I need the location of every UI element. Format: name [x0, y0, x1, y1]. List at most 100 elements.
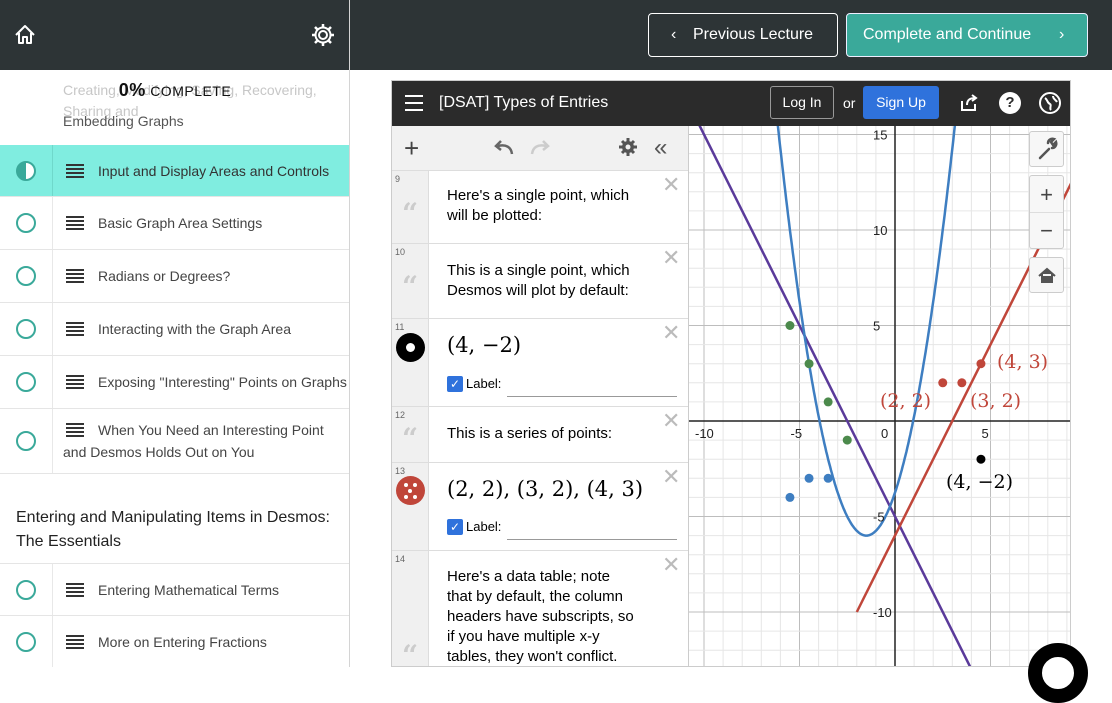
add-item-icon[interactable]: + — [404, 135, 419, 161]
graph-settings-button[interactable] — [1029, 131, 1064, 167]
note-text-line2: Desmos will plot by default: — [447, 282, 629, 299]
x-tick-label: 0 — [881, 426, 888, 441]
divider — [52, 197, 53, 249]
y-tick-label: 10 — [873, 223, 887, 238]
y-tick-label: 5 — [873, 319, 880, 334]
sidebar-lecture-fractions[interactable]: More on Entering Fractions — [0, 616, 349, 667]
graph-title: [DSAT] Types of Entries — [439, 94, 609, 111]
hamburger-menu-icon[interactable] — [405, 95, 423, 111]
zoom-out-icon[interactable]: − — [1030, 213, 1063, 249]
graph-point — [957, 378, 967, 388]
delete-icon[interactable]: ✕ — [662, 410, 680, 432]
label-checkbox[interactable]: ✓ — [447, 376, 463, 392]
graph-point — [785, 492, 795, 502]
graph-point — [938, 378, 948, 388]
home-view-icon — [1038, 267, 1056, 283]
incomplete-circle-icon — [16, 632, 36, 652]
home-icon[interactable] — [12, 22, 38, 48]
expression-point-11[interactable]: 11 (4, −2) ✓ Label: ✕ — [392, 319, 688, 407]
document-icon — [66, 423, 84, 437]
blue-parabola — [776, 126, 957, 537]
label-input[interactable] — [507, 539, 677, 540]
expression-note-10[interactable]: 10 “ This is a single point, which Desmo… — [392, 244, 688, 319]
zoom-controls: + − — [1029, 175, 1064, 249]
desmos-calculator: [DSAT] Types of Entries Log In or Sign U… — [391, 80, 1071, 667]
point-style-icon[interactable] — [396, 333, 425, 362]
lecture-title: More on Entering Fractions — [98, 634, 267, 650]
lecture-title-line1: When You Need an Interesting Point — [98, 422, 324, 438]
globe-icon[interactable] — [1039, 92, 1061, 114]
delete-icon[interactable]: ✕ — [662, 174, 680, 196]
divider — [52, 616, 53, 667]
divider — [52, 145, 53, 196]
graph-area[interactable]: -10 -5 0 5 15 10 5 -5 -10 (4, 3) (2, 2) (3, 2) (4, −… — [688, 126, 1071, 667]
progress-label: COMPLETE — [150, 83, 232, 99]
graph-point — [976, 359, 986, 369]
course-sidebar: Creating, Modifying, Saving, Recovering,… — [0, 0, 350, 667]
delete-icon[interactable]: ✕ — [662, 322, 680, 344]
graph-point — [823, 473, 833, 483]
sidebar-lecture-interesting-points[interactable]: Exposing "Interesting" Points on Graphs — [0, 356, 349, 409]
desmos-header: [DSAT] Types of Entries Log In or Sign U… — [392, 81, 1070, 126]
label-checkbox[interactable]: ✓ — [447, 519, 463, 535]
sidebar-lecture-holds-out[interactable]: When You Need an Interesting Point and D… — [0, 409, 349, 474]
expression-note-9[interactable]: 9 “ Here's a single point, which will be… — [392, 171, 688, 244]
y-tick-label: -10 — [873, 605, 892, 620]
document-icon — [66, 322, 84, 336]
y-tick-label: -5 — [873, 510, 885, 525]
expression-points-13[interactable]: 13 (2, 2), (3, 2), (4, 3) ✓ Label: ✕ — [392, 463, 688, 551]
half-complete-circle-icon — [16, 161, 36, 181]
graph-point — [804, 473, 814, 483]
share-icon[interactable] — [959, 93, 979, 113]
point-series-style-icon[interactable] — [396, 476, 425, 505]
incomplete-circle-icon — [16, 319, 36, 339]
note-quote-icon: “ — [402, 197, 419, 230]
gear-icon[interactable] — [310, 22, 336, 48]
expression-number: 13 — [395, 466, 406, 476]
redo-icon[interactable] — [528, 138, 552, 163]
sidebar-lecture-interacting[interactable]: Interacting with the Graph Area — [0, 303, 349, 356]
login-button[interactable]: Log In — [770, 86, 834, 119]
undo-icon[interactable] — [492, 138, 516, 163]
progress-indicator: 0% COMPLETE — [0, 80, 349, 101]
expression-note-12[interactable]: 12 “ This is a series of points: ✕ — [392, 407, 688, 463]
expression-number: 14 — [395, 554, 406, 564]
lecture-title: Interacting with the Graph Area — [98, 321, 291, 337]
delete-icon[interactable]: ✕ — [662, 466, 680, 488]
sidebar-lecture-basic-settings[interactable]: Basic Graph Area Settings — [0, 197, 349, 250]
sidebar-header — [0, 0, 350, 70]
lecture-title: Exposing "Interesting" Points on Graphs — [98, 374, 347, 390]
incomplete-circle-icon — [16, 580, 36, 600]
sidebar-lecture-math-terms[interactable]: Entering Mathematical Terms — [0, 563, 349, 616]
complete-and-continue-button[interactable]: Complete and Continue › — [846, 13, 1088, 57]
divider — [52, 250, 53, 302]
graph-point — [842, 435, 852, 445]
signup-button[interactable]: Sign Up — [863, 86, 939, 119]
note-text-line: headers have subscripts, so — [447, 608, 634, 625]
settings-gear-icon[interactable] — [618, 137, 638, 162]
sidebar-lecture-radians[interactable]: Radians or Degrees? — [0, 250, 349, 303]
point-label: (4, 3) — [997, 351, 1048, 373]
help-icon[interactable]: ? — [999, 92, 1021, 114]
expression-number: 11 — [395, 322, 405, 332]
sidebar-lecture-input-display[interactable]: Input and Display Areas and Controls — [0, 145, 349, 197]
expression-note-14[interactable]: 14 “ Here's a data table; note that by d… — [392, 551, 688, 666]
document-icon — [66, 375, 84, 389]
incomplete-circle-icon — [16, 431, 36, 451]
note-text-line1: This is a series of points: — [447, 425, 613, 442]
point-label: (3, 2) — [970, 390, 1021, 412]
loading-spinner-icon — [1028, 643, 1088, 703]
point-label: (2, 2) — [880, 390, 931, 412]
previous-lecture-button[interactable]: ‹ Previous Lecture — [648, 13, 838, 57]
zoom-in-icon[interactable]: + — [1030, 176, 1063, 213]
label-caption: Label: — [466, 376, 502, 391]
delete-icon[interactable]: ✕ — [662, 247, 680, 269]
expression-number: 12 — [395, 410, 406, 420]
incomplete-circle-icon — [16, 266, 36, 286]
delete-icon[interactable]: ✕ — [662, 554, 680, 576]
default-view-button[interactable] — [1029, 257, 1064, 293]
label-input[interactable] — [507, 396, 677, 397]
collapse-list-icon[interactable]: « — [654, 134, 667, 162]
graph-canvas[interactable]: -10 -5 0 5 15 10 5 -5 -10 (4, 3) (2, 2) (3, 2) (4, −… — [689, 126, 1071, 667]
note-text-line1: Here's a single point, which — [447, 187, 630, 204]
